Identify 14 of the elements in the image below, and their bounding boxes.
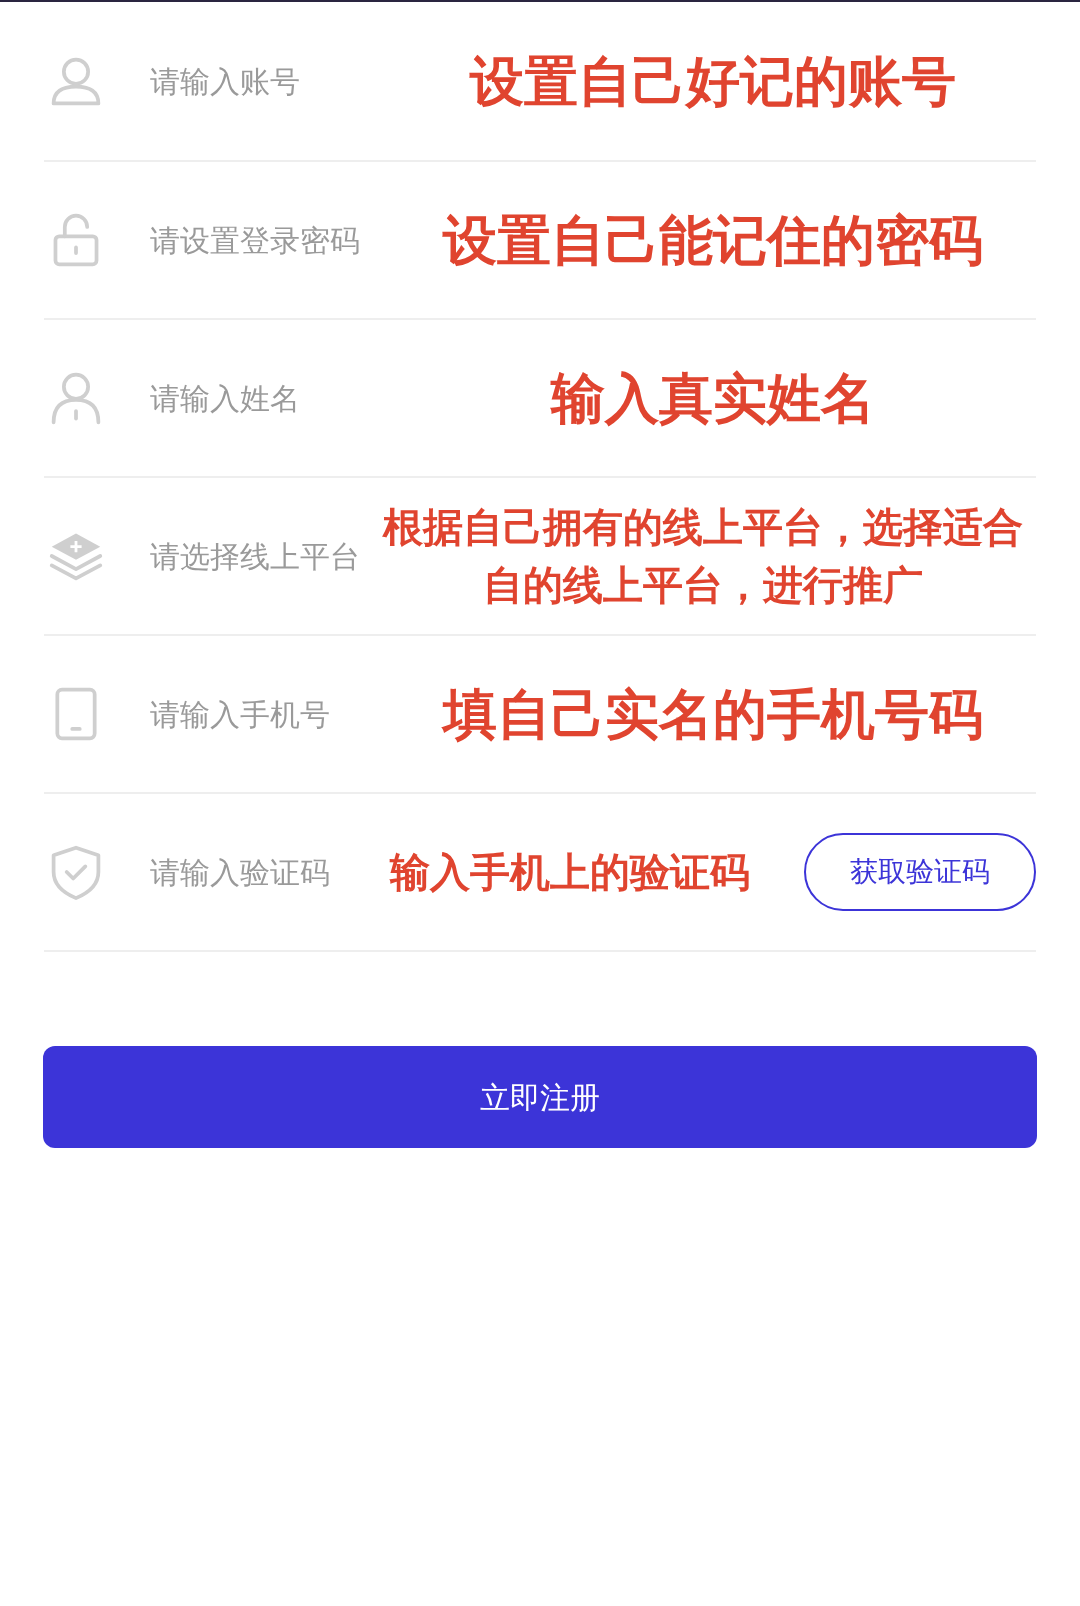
input-field[interactable]: 请选择线上平台 [150, 533, 370, 579]
register-button[interactable]: 立即注册 [43, 1046, 1037, 1148]
input-field[interactable]: 请输入手机号 [150, 691, 390, 737]
get-code-button[interactable]: 获取验证码 [804, 833, 1036, 911]
annotation-text: 输入手机上的验证码 [390, 848, 751, 897]
annotation-text: 根据自己拥有的线上平台，选择适合自的线上平台，进行推广 [381, 503, 1024, 610]
input-field[interactable]: 请输入验证码 [150, 849, 390, 895]
annotation-text: 设置自己好记的账号 [468, 48, 957, 115]
annotation-text: 设置自己能记住的密码 [441, 207, 984, 274]
input-field[interactable]: 请输入账号 [150, 58, 390, 104]
annotation-text: 输入真实姓名 [549, 365, 876, 432]
annotation-text: 填自己实名的手机号码 [440, 681, 984, 748]
input-field[interactable]: 请设置登录密码 [150, 217, 390, 263]
input-field[interactable]: 请输入姓名 [150, 375, 390, 421]
